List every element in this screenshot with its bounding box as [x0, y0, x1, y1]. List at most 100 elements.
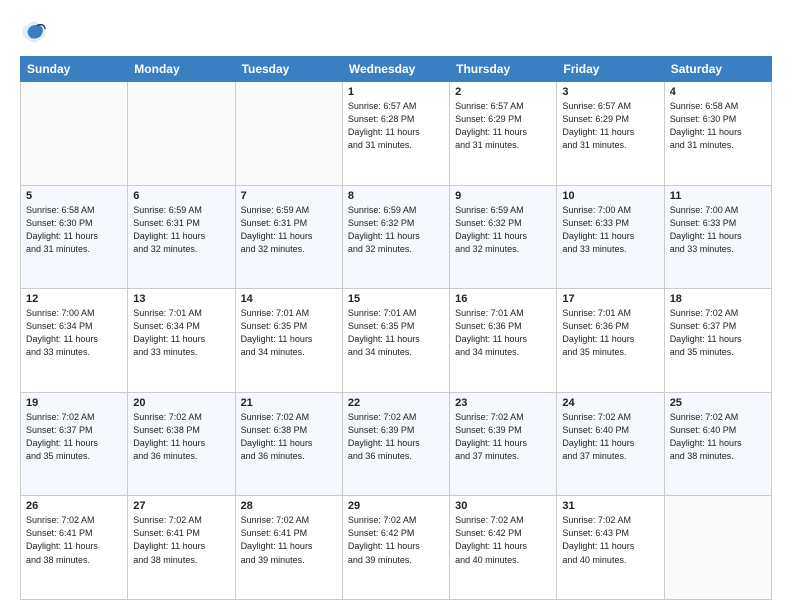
calendar-cell: 3 Sunrise: 6:57 AM Sunset: 6:29 PM Daylig… [557, 82, 664, 186]
day-info: Sunrise: 7:02 AM Sunset: 6:43 PM Dayligh… [562, 514, 658, 566]
day-number: 1 [348, 86, 444, 98]
calendar-cell: 10 Sunrise: 7:00 AM Sunset: 6:33 PM Dayli… [557, 185, 664, 289]
calendar-cell: 28 Sunrise: 7:02 AM Sunset: 6:41 PM Dayli… [235, 496, 342, 600]
day-number: 31 [562, 500, 658, 512]
calendar-cell: 1 Sunrise: 6:57 AM Sunset: 6:28 PM Daylig… [342, 82, 449, 186]
day-info: Sunrise: 6:58 AM Sunset: 6:30 PM Dayligh… [26, 204, 122, 256]
weekday-header: Saturday [664, 57, 771, 82]
weekday-header: Sunday [21, 57, 128, 82]
day-number: 19 [26, 397, 122, 409]
weekday-header: Tuesday [235, 57, 342, 82]
day-number: 27 [133, 500, 229, 512]
weekday-header: Wednesday [342, 57, 449, 82]
day-number: 5 [26, 190, 122, 202]
day-number: 2 [455, 86, 551, 98]
calendar-cell: 16 Sunrise: 7:01 AM Sunset: 6:36 PM Dayli… [450, 289, 557, 393]
calendar-cell: 25 Sunrise: 7:02 AM Sunset: 6:40 PM Dayli… [664, 392, 771, 496]
day-number: 11 [670, 190, 766, 202]
day-number: 23 [455, 397, 551, 409]
logo [20, 18, 52, 46]
day-number: 18 [670, 293, 766, 305]
calendar-cell: 27 Sunrise: 7:02 AM Sunset: 6:41 PM Dayli… [128, 496, 235, 600]
day-number: 6 [133, 190, 229, 202]
day-info: Sunrise: 7:02 AM Sunset: 6:41 PM Dayligh… [241, 514, 337, 566]
calendar-week-row: 5 Sunrise: 6:58 AM Sunset: 6:30 PM Daylig… [21, 185, 772, 289]
calendar-cell: 19 Sunrise: 7:02 AM Sunset: 6:37 PM Dayli… [21, 392, 128, 496]
day-number: 10 [562, 190, 658, 202]
day-number: 26 [26, 500, 122, 512]
calendar-cell: 21Sunrise: 7:02 AM Sunset: 6:38 PM Dayli… [235, 392, 342, 496]
day-number: 16 [455, 293, 551, 305]
day-info: Sunrise: 6:59 AM Sunset: 6:31 PM Dayligh… [241, 204, 337, 256]
day-number: 29 [348, 500, 444, 512]
day-number: 28 [241, 500, 337, 512]
weekday-header: Thursday [450, 57, 557, 82]
day-info: Sunrise: 7:00 AM Sunset: 6:33 PM Dayligh… [562, 204, 658, 256]
day-info: Sunrise: 7:02 AM Sunset: 6:39 PM Dayligh… [348, 411, 444, 463]
day-info: Sunrise: 7:02 AM Sunset: 6:37 PM Dayligh… [26, 411, 122, 463]
day-info: Sunrise: 7:02 AM Sunset: 6:42 PM Dayligh… [455, 514, 551, 566]
day-info: Sunrise: 6:57 AM Sunset: 6:29 PM Dayligh… [455, 100, 551, 152]
day-info: Sunrise: 6:59 AM Sunset: 6:31 PM Dayligh… [133, 204, 229, 256]
day-info: Sunrise: 7:02 AM Sunset: 6:41 PM Dayligh… [133, 514, 229, 566]
calendar-cell: 12 Sunrise: 7:00 AM Sunset: 6:34 PM Dayli… [21, 289, 128, 393]
calendar-cell: 9 Sunrise: 6:59 AM Sunset: 6:32 PM Daylig… [450, 185, 557, 289]
header [20, 18, 772, 46]
calendar-cell: 5 Sunrise: 6:58 AM Sunset: 6:30 PM Daylig… [21, 185, 128, 289]
day-number: 12 [26, 293, 122, 305]
day-info: Sunrise: 7:00 AM Sunset: 6:33 PM Dayligh… [670, 204, 766, 256]
calendar-cell: 29Sunrise: 7:02 AM Sunset: 6:42 PM Dayli… [342, 496, 449, 600]
day-number: 4 [670, 86, 766, 98]
day-info: Sunrise: 7:01 AM Sunset: 6:36 PM Dayligh… [562, 307, 658, 359]
day-number: 24 [562, 397, 658, 409]
day-info: Sunrise: 6:57 AM Sunset: 6:28 PM Dayligh… [348, 100, 444, 152]
calendar-cell: 24 Sunrise: 7:02 AM Sunset: 6:40 PM Dayli… [557, 392, 664, 496]
calendar-table: SundayMondayTuesdayWednesdayThursdayFrid… [20, 56, 772, 600]
weekday-header-row: SundayMondayTuesdayWednesdayThursdayFrid… [21, 57, 772, 82]
day-number: 3 [562, 86, 658, 98]
day-number: 13 [133, 293, 229, 305]
day-info: Sunrise: 7:02 AM Sunset: 6:41 PM Dayligh… [26, 514, 122, 566]
calendar-cell [21, 82, 128, 186]
weekday-header: Friday [557, 57, 664, 82]
calendar-cell: 6 Sunrise: 6:59 AM Sunset: 6:31 PM Daylig… [128, 185, 235, 289]
day-number: 14 [241, 293, 337, 305]
day-info: Sunrise: 7:02 AM Sunset: 6:38 PM Dayligh… [133, 411, 229, 463]
day-info: Sunrise: 7:02 AM Sunset: 6:40 PM Dayligh… [562, 411, 658, 463]
day-number: 20 [133, 397, 229, 409]
calendar-cell: 14 Sunrise: 7:01 AM Sunset: 6:35 PM Dayli… [235, 289, 342, 393]
calendar-week-row: 19 Sunrise: 7:02 AM Sunset: 6:37 PM Dayli… [21, 392, 772, 496]
day-number: 9 [455, 190, 551, 202]
calendar-cell: 17Sunrise: 7:01 AM Sunset: 6:36 PM Dayli… [557, 289, 664, 393]
day-info: Sunrise: 7:02 AM Sunset: 6:40 PM Dayligh… [670, 411, 766, 463]
calendar-cell: 31 Sunrise: 7:02 AM Sunset: 6:43 PM Dayli… [557, 496, 664, 600]
day-info: Sunrise: 6:59 AM Sunset: 6:32 PM Dayligh… [455, 204, 551, 256]
calendar-week-row: 1 Sunrise: 6:57 AM Sunset: 6:28 PM Daylig… [21, 82, 772, 186]
day-info: Sunrise: 7:01 AM Sunset: 6:36 PM Dayligh… [455, 307, 551, 359]
calendar-cell: 13 Sunrise: 7:01 AM Sunset: 6:34 PM Dayli… [128, 289, 235, 393]
calendar-cell: 20 Sunrise: 7:02 AM Sunset: 6:38 PM Dayli… [128, 392, 235, 496]
calendar-cell: 4 Sunrise: 6:58 AM Sunset: 6:30 PM Daylig… [664, 82, 771, 186]
day-number: 8 [348, 190, 444, 202]
calendar-week-row: 26 Sunrise: 7:02 AM Sunset: 6:41 PM Dayli… [21, 496, 772, 600]
day-info: Sunrise: 7:01 AM Sunset: 6:34 PM Dayligh… [133, 307, 229, 359]
day-info: Sunrise: 6:57 AM Sunset: 6:29 PM Dayligh… [562, 100, 658, 152]
calendar-cell: 18 Sunrise: 7:02 AM Sunset: 6:37 PM Dayli… [664, 289, 771, 393]
day-info: Sunrise: 7:02 AM Sunset: 6:37 PM Dayligh… [670, 307, 766, 359]
calendar-cell: 23Sunrise: 7:02 AM Sunset: 6:39 PM Dayli… [450, 392, 557, 496]
day-number: 22 [348, 397, 444, 409]
day-info: Sunrise: 7:01 AM Sunset: 6:35 PM Dayligh… [348, 307, 444, 359]
day-info: Sunrise: 6:58 AM Sunset: 6:30 PM Dayligh… [670, 100, 766, 152]
day-number: 15 [348, 293, 444, 305]
logo-icon [20, 18, 48, 46]
calendar-cell: 2 Sunrise: 6:57 AM Sunset: 6:29 PM Daylig… [450, 82, 557, 186]
day-number: 25 [670, 397, 766, 409]
calendar-cell [128, 82, 235, 186]
calendar-cell [235, 82, 342, 186]
page: SundayMondayTuesdayWednesdayThursdayFrid… [0, 0, 792, 612]
day-info: Sunrise: 7:00 AM Sunset: 6:34 PM Dayligh… [26, 307, 122, 359]
calendar-cell: 11 Sunrise: 7:00 AM Sunset: 6:33 PM Dayli… [664, 185, 771, 289]
day-info: Sunrise: 6:59 AM Sunset: 6:32 PM Dayligh… [348, 204, 444, 256]
calendar-cell: 30Sunrise: 7:02 AM Sunset: 6:42 PM Dayli… [450, 496, 557, 600]
day-info: Sunrise: 7:01 AM Sunset: 6:35 PM Dayligh… [241, 307, 337, 359]
